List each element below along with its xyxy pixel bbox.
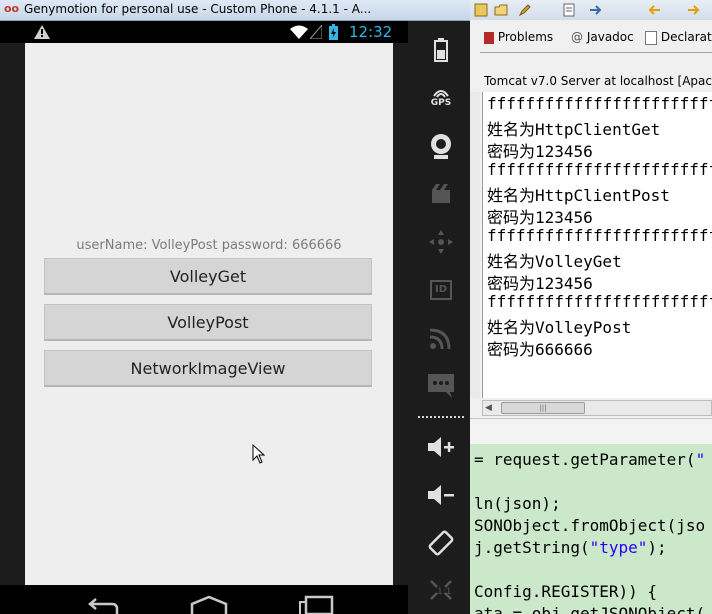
code-line: Config.REGISTER)) {	[474, 582, 658, 601]
console-line: 密码为123456	[487, 274, 593, 293]
user-info-text: userName: VolleyPost password: 666666	[76, 238, 342, 253]
tab-problems-label: Problems	[497, 30, 554, 44]
console-line: ffffffffffffffffffffffff	[487, 292, 712, 311]
genymotion-side-panel: GPS ID 1:1	[412, 21, 470, 614]
android-app-screen: userName: VolleyPost password: 666666 Vo…	[25, 43, 393, 585]
dpad-control-icon[interactable]	[424, 227, 458, 257]
console-horizontal-scrollbar[interactable]: ◀ |||	[482, 400, 712, 416]
genymotion-window: oo Genymotion for personal use - Custom …	[0, 0, 470, 614]
console-line: 密码为666666	[487, 340, 593, 359]
back-arrow-icon[interactable]	[648, 3, 662, 17]
android-status-bar: 12:32	[0, 21, 408, 43]
scroll-left-icon[interactable]: ◀	[485, 403, 495, 413]
tab-declaration-label: Declarat	[660, 30, 712, 44]
code-line: ata = obj.getJSONObject(	[474, 604, 706, 614]
code-line: j.getString("type");	[474, 538, 667, 557]
eclipse-view-tabs: Problems @ Javadoc Declarat	[480, 24, 712, 53]
camera-control-icon[interactable]	[424, 131, 458, 161]
eclipse-window: Problems @ Javadoc Declarat Tomcat v7.0 …	[470, 0, 712, 614]
android-nav-bar	[0, 585, 408, 614]
tab-problems[interactable]: Problems	[484, 30, 553, 44]
volley-get-button[interactable]: VolleyGet	[44, 258, 372, 295]
code-line: ln(json);	[474, 494, 561, 513]
open-folder-icon[interactable]	[494, 3, 508, 17]
code-line: = request.getParameter("	[474, 450, 706, 469]
code-editor[interactable]: = request.getParameter(" ln(json); SONOb…	[470, 444, 712, 614]
eclipse-toolbar	[470, 0, 712, 20]
scale-icon[interactable]: 1:1	[424, 575, 458, 605]
console-line: 姓名为HttpClientGet	[487, 120, 661, 139]
console-line: 姓名为VolleyGet	[487, 252, 622, 271]
console-line: ffffffffffffffffffffffff	[487, 160, 712, 179]
eclipse-separator-panel	[470, 418, 712, 445]
gps-control-icon[interactable]: GPS	[424, 83, 458, 113]
id-label: ID	[430, 280, 452, 300]
volume-up-icon[interactable]	[424, 432, 458, 462]
warning-icon	[34, 25, 50, 39]
network-image-view-button[interactable]: NetworkImageView	[44, 350, 372, 387]
navigate-icon[interactable]	[562, 3, 576, 17]
declaration-icon	[645, 30, 657, 45]
sms-control-icon[interactable]	[424, 371, 458, 401]
console-line: ffffffffffffffffffffffff	[487, 226, 712, 245]
battery-control-icon[interactable]	[424, 35, 458, 65]
tab-javadoc-label: Javadoc	[586, 30, 634, 44]
video-control-icon[interactable]	[424, 179, 458, 209]
genymotion-title-bar: oo Genymotion for personal use - Custom …	[0, 0, 470, 21]
rss-control-icon[interactable]	[424, 323, 458, 353]
scrollbar-thumb[interactable]: |||	[501, 402, 585, 414]
tab-javadoc[interactable]: @ Javadoc	[571, 30, 634, 44]
wifi-icon	[290, 25, 308, 39]
save-icon[interactable]	[474, 3, 488, 17]
status-clock: 12:32	[349, 23, 393, 41]
console-output[interactable]: ffffffffffffffffffffffff 姓名为HttpClientGet…	[482, 92, 712, 398]
volley-post-button[interactable]: VolleyPost	[44, 304, 372, 341]
code-line: SONObject.fromObject(jso	[474, 516, 706, 535]
console-line: 密码为123456	[487, 208, 593, 227]
volume-down-icon[interactable]	[424, 480, 458, 510]
genymotion-logo-icon: oo	[4, 2, 20, 15]
console-line: 姓名为VolleyPost	[487, 318, 632, 337]
signal-icon	[310, 25, 322, 39]
side-divider	[418, 416, 464, 420]
console-line: 姓名为HttpClientPost	[487, 186, 670, 205]
pencil-icon[interactable]	[518, 3, 532, 17]
console-line: 密码为123456	[487, 142, 593, 161]
id-control-icon[interactable]: ID	[424, 275, 458, 305]
rotate-icon[interactable]	[424, 528, 458, 558]
mouse-cursor-icon	[252, 444, 266, 464]
genymotion-title: Genymotion for personal use - Custom Pho…	[24, 2, 372, 16]
console-line: ffffffffffffffffffffffff	[487, 94, 712, 113]
javadoc-icon: @	[571, 30, 583, 44]
console-left-gutter	[470, 92, 480, 398]
tab-declaration[interactable]: Declarat	[645, 30, 712, 45]
gps-label: GPS	[430, 98, 452, 108]
battery-icon	[329, 24, 338, 40]
console-server-label: Tomcat v7.0 Server at localhost [Apache	[484, 74, 712, 88]
recent-apps-icon[interactable]	[298, 595, 334, 614]
problems-icon	[484, 31, 494, 44]
home-icon[interactable]	[190, 595, 228, 614]
forward-arrow-icon[interactable]	[686, 3, 700, 17]
svg-text:1:1: 1:1	[437, 587, 451, 597]
next-annotation-icon[interactable]	[588, 3, 602, 17]
back-icon[interactable]	[86, 595, 120, 614]
